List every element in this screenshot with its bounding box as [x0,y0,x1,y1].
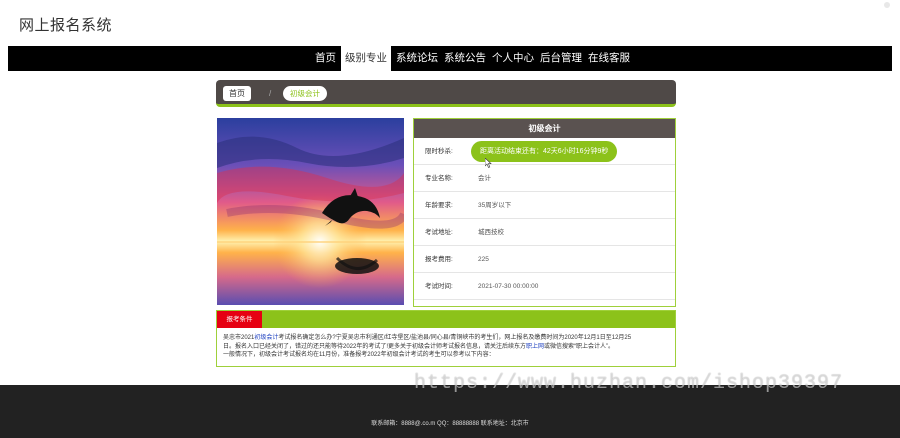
text: 或微信搜索“职上会计人”。 [544,343,615,350]
nav-item-profile[interactable]: 个人中心 [489,46,537,71]
info-label: 报考费用: [425,256,453,263]
info-value: 2021-07-30 00:00:00 [478,283,539,290]
info-value: 225 [478,256,489,263]
text: 考试报名确定怎么办?宁夏吴忠市利通区/红寺堡区/盐池县/同心县/青铜峡市的考生们… [278,335,632,341]
info-row-major: 专业名称: 会计 [414,165,675,192]
breadcrumb-home[interactable]: 首页 [223,86,251,101]
nav-item-admin[interactable]: 后台管理 [537,46,585,71]
conditions-line: 日。报名入口已经关闭了，错过的还只能等待2022年的考试了!更多关于初级会计师考… [223,343,669,352]
course-image [217,118,404,305]
conditions-header: 报考条件 [217,311,675,328]
conditions-link[interactable]: 初级会计 [254,335,278,341]
conditions-panel: 报考条件 吴忠市2021初级会计考试报名确定怎么办?宁夏吴忠市利通区/红寺堡区/… [216,310,676,367]
conditions-line: 一般情况下，初级会计考试报名均在11月份，准备报考2022年初级会计考试的考生可… [223,352,495,358]
nav-item-home[interactable]: 首页 [312,46,339,71]
breadcrumb: 首页 / 初级会计 [216,80,676,107]
info-row-address: 考试地址: 城西技校 [414,219,675,246]
info-value: 35周岁以下 [478,202,512,209]
site-title: 网上报名系统 [19,17,113,34]
footer-contact: 联系邮箱：8888@.co.m QQ：88888888 联系地址：北京市 [371,421,529,427]
info-row-exam-time: 考试时间: 2021-07-30 00:00:00 [414,273,675,300]
breadcrumb-separator: / [269,89,272,98]
countdown-label: 限时秒杀: [425,148,453,155]
nav-item-support[interactable]: 在线客服 [585,46,633,71]
nav-items: 首页 级别专业 系统论坛 系统公告 个人中心 后台管理 在线客服 [312,46,633,71]
countdown-badge: 距离活动结束还有：42天6小时16分钟9秒 [471,141,618,162]
watermark: https://www.huzhan.com/ishop39397 [414,372,844,395]
window-dot-icon [884,2,890,8]
info-value: 会计 [478,175,491,182]
main-nav: 首页 级别专业 系统论坛 系统公告 个人中心 后台管理 在线客服 [8,46,892,71]
nav-item-announcements[interactable]: 系统公告 [441,46,489,71]
info-label: 考试时间: [425,283,453,290]
nav-item-levels[interactable]: 级别专业 [341,46,391,71]
conditions-link[interactable]: 职上网 [526,344,544,350]
info-label: 年龄要求: [425,202,453,209]
info-value: 城西技校 [478,229,504,236]
info-label: 专业名称: [425,175,453,182]
page: 网上报名系统 首页 级别专业 系统论坛 系统公告 个人中心 后台管理 在线客服 … [0,0,900,438]
nav-item-forum[interactable]: 系统论坛 [393,46,441,71]
conditions-text: 吴忠市2021初级会计考试报名确定怎么办?宁夏吴忠市利通区/红寺堡区/盐池县/同… [217,328,675,360]
countdown-row: 限时秒杀: 距离活动结束还有：42天6小时16分钟9秒 [414,138,675,168]
breadcrumb-current[interactable]: 初级会计 [283,86,327,101]
text: 吴忠市2021 [223,335,255,341]
info-row-age: 年龄要求: 35周岁以下 [414,192,675,219]
course-info-panel: 初级会计 限时秒杀: 距离活动结束还有：42天6小时16分钟9秒 专业名称: 会… [413,118,676,307]
conditions-line: 吴忠市2021初级会计考试报名确定怎么办?宁夏吴忠市利通区/红寺堡区/盐池县/同… [223,334,669,343]
text: 日。报名入口已经关闭了，错过的还只能等待2022年的考试了!更多关于初级会计师考… [223,343,527,350]
conditions-tab[interactable]: 报考条件 [217,311,262,328]
info-row-fee: 报考费用: 225 [414,246,675,273]
course-title: 初级会计 [414,119,675,138]
info-label: 考试地址: [425,229,453,236]
dolphin-sunset-image [217,118,404,305]
header: 网上报名系统 [0,0,900,46]
